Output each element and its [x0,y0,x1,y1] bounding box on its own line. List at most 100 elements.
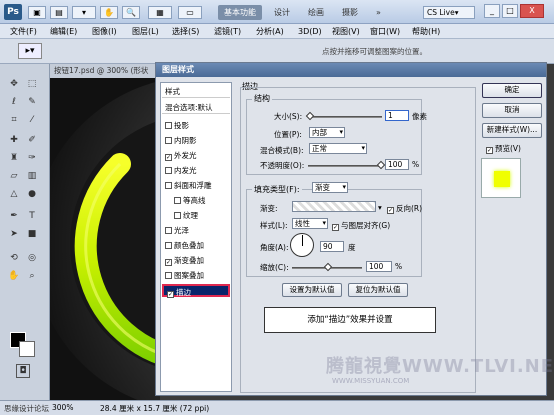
style-item-checkbox[interactable] [165,122,172,129]
style-item[interactable]: 斜面和浮雕 [162,179,230,192]
style-item[interactable]: ✓ 渐变叠加 [162,254,230,267]
close-button[interactable]: X [520,4,544,18]
blend-mode-dropdown[interactable]: 正常 [309,143,367,154]
zoom-tool-icon[interactable]: ⌕ [26,270,38,282]
style-item[interactable]: 样式 [162,85,230,98]
workspace-painting[interactable]: 绘画 [302,5,330,20]
menu-analysis[interactable]: 分析(A) [254,25,286,38]
hand-tool-icon[interactable]: ✋ [8,270,20,282]
menu-view[interactable]: 视图(V) [330,25,362,38]
history-brush-tool-icon[interactable]: ✑ [26,152,38,164]
dodge-tool-icon[interactable]: ● [26,188,38,200]
eraser-tool-icon[interactable]: ▱ [8,170,20,182]
style-item[interactable]: ✓ 外发光 [162,149,230,162]
quick-mask-icon[interactable]: ◘ [16,364,30,378]
reverse-checkbox[interactable]: ✓ 反向(R) [387,203,422,214]
workspace-design[interactable]: 设计 [268,5,296,20]
style-item[interactable]: 图案叠加 [162,269,230,282]
style-item[interactable]: 混合选项:默认 [162,101,230,114]
style-item[interactable]: 纹理 [162,209,230,222]
style-item-checkbox[interactable] [165,242,172,249]
align-checkbox[interactable]: ✓ 与图层对齐(G) [332,220,390,231]
reset-default-button[interactable]: 复位为默认值 [348,283,408,297]
gradient-tool-icon[interactable]: ▥ [26,170,38,182]
opacity-slider-track[interactable] [308,165,382,167]
minibridge-icon[interactable]: ▤ [50,6,68,19]
angle-dial[interactable] [290,233,314,257]
style-item-checkbox[interactable] [165,167,172,174]
style-item-checkbox[interactable] [165,137,172,144]
position-dropdown[interactable]: 内部 [309,127,345,138]
clone-stamp-tool-icon[interactable]: ♜ [8,152,20,164]
gradient-style-dropdown[interactable]: 线性 [292,218,328,229]
pen-tool-icon[interactable]: ✒ [8,210,20,222]
gradient-picker[interactable] [292,201,376,212]
angle-input[interactable]: 90 [320,241,344,252]
blur-tool-icon[interactable]: △ [8,188,20,200]
menu-select[interactable]: 选择(S) [170,25,201,38]
ok-button[interactable]: 确定 [482,83,542,98]
menu-file[interactable]: 文件(F) [8,25,39,38]
move-tool-icon[interactable]: ✥ [8,78,20,90]
move-tool-preset-icon[interactable]: ▸▾ [18,43,42,59]
eyedropper-tool-icon[interactable]: ⁄ [26,114,38,126]
style-item[interactable]: 内发光 [162,164,230,177]
style-item-checkbox[interactable] [165,272,172,279]
style-item-checkbox[interactable] [165,182,172,189]
crop-tool-icon[interactable]: ⌗ [8,114,20,126]
lasso-tool-icon[interactable]: ℓ [8,96,20,108]
hand-tool-icon[interactable]: ✋ [100,6,118,19]
style-item-checkbox[interactable] [165,227,172,234]
workspace-more[interactable]: » [370,5,387,20]
path-select-tool-icon[interactable]: ➤ [8,228,20,240]
document-tab[interactable]: 按钮17.psd @ 300% (形状 [50,64,160,78]
style-item[interactable]: 光泽 [162,224,230,237]
style-item[interactable]: ✓ 描边 [162,284,230,298]
menu-3d[interactable]: 3D(D) [296,25,324,38]
minimize-button[interactable]: _ [484,4,500,18]
type-tool-icon[interactable]: T [26,210,38,222]
style-item-checkbox[interactable]: ✓ [165,154,172,161]
zoom-level-icon[interactable]: ▾ [72,6,96,19]
set-default-button[interactable]: 设置为默认值 [282,283,342,297]
zoom-readout[interactable]: 300% [52,403,73,412]
scale-input[interactable]: 100 [366,261,392,272]
style-item-checkbox[interactable] [174,197,181,204]
style-item-checkbox[interactable]: ✓ [165,259,172,266]
marquee-tool-icon[interactable]: ⬚ [26,78,38,90]
style-item[interactable]: 投影 [162,119,230,132]
menu-filter[interactable]: 滤镜(T) [212,25,243,38]
style-item[interactable]: 内阴影 [162,134,230,147]
style-item-checkbox[interactable]: ✓ [167,291,174,298]
3d-rotate-tool-icon[interactable]: ⟲ [8,252,20,264]
brush-tool-icon[interactable]: ✐ [26,134,38,146]
new-style-button[interactable]: 新建样式(W)... [482,123,542,138]
menu-window[interactable]: 窗口(W) [368,25,402,38]
workspace-photography[interactable]: 摄影 [336,5,364,20]
size-input[interactable]: 1 [385,110,409,121]
style-item[interactable]: 颜色叠加 [162,239,230,252]
fill-type-dropdown[interactable]: 渐变 [312,182,348,193]
3d-orbit-tool-icon[interactable]: ◎ [26,252,38,264]
shape-tool-icon[interactable]: ■ [26,228,38,240]
document-canvas[interactable] [50,64,160,400]
menu-edit[interactable]: 编辑(E) [48,25,79,38]
cs-live-button[interactable]: CS Live▾ [423,6,475,19]
menu-image[interactable]: 图像(I) [90,25,119,38]
menu-layer[interactable]: 图层(L) [130,25,161,38]
style-item[interactable]: 等高线 [162,194,230,207]
screen-mode-icon[interactable]: ▭ [178,6,202,19]
healing-brush-tool-icon[interactable]: ✚ [8,134,20,146]
background-color-swatch[interactable] [19,341,35,357]
arrange-documents-icon[interactable]: ▦ [148,6,172,19]
bridge-icon[interactable]: ▣ [28,6,46,19]
style-item-checkbox[interactable] [174,212,181,219]
quick-select-tool-icon[interactable]: ✎ [26,96,38,108]
menu-help[interactable]: 帮助(H) [410,25,442,38]
zoom-tool-icon[interactable]: 🔍 [122,6,140,19]
cancel-button[interactable]: 取消 [482,103,542,118]
size-slider-track[interactable] [308,116,382,118]
maximize-button[interactable]: □ [502,4,518,18]
workspace-essentials[interactable]: 基本功能 [218,5,262,20]
chevron-down-icon[interactable]: ▾ [378,203,382,212]
